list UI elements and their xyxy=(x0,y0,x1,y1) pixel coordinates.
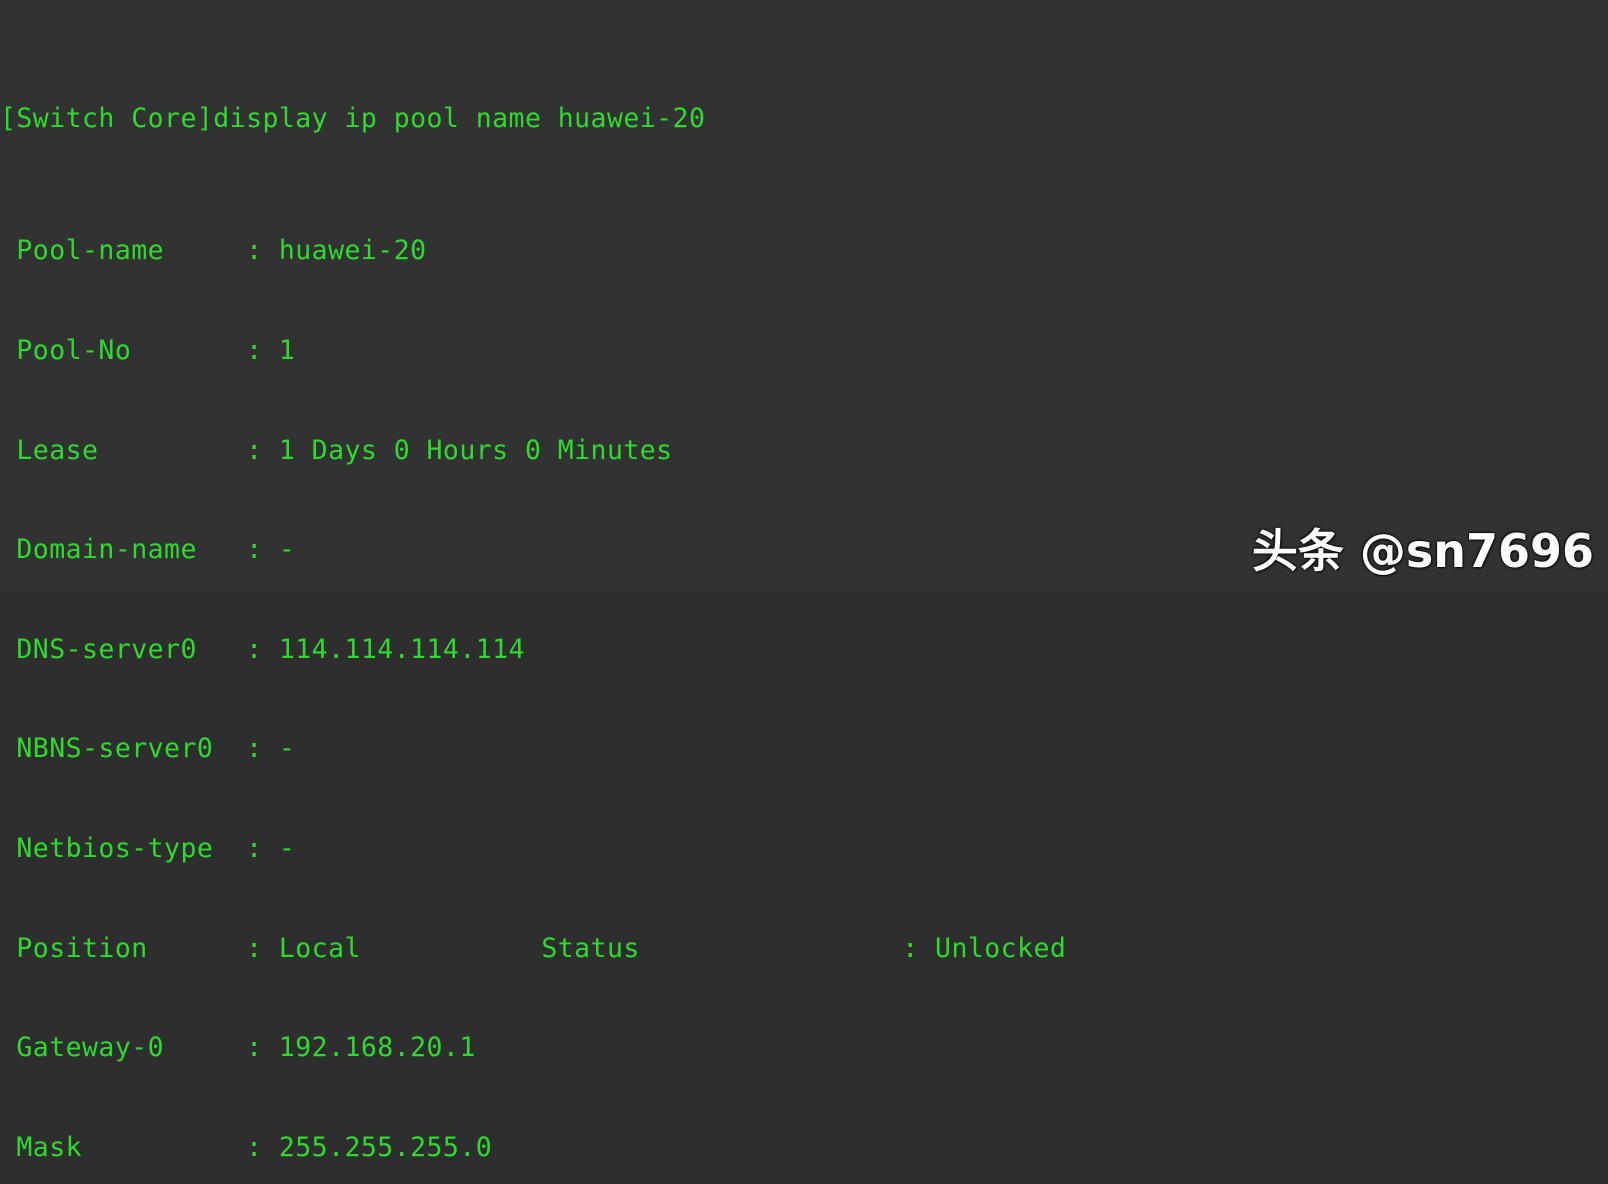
terminal-output: [Switch Core]display ip pool name huawei… xyxy=(0,0,1608,1163)
field-position-status: Position : Local Status : Unlocked xyxy=(0,932,1067,964)
field-pool-no: Pool-No : 1 xyxy=(0,335,296,366)
field-dns-server0: DNS-server0 : 114.114.114.114 xyxy=(0,633,525,665)
field-pool-name: Pool-name : huawei-20 xyxy=(0,235,427,267)
terminal-prompt-line: [Switch Core]display ip pool name huawei… xyxy=(0,102,706,134)
field-mask: Mask : 255.255.255.0 xyxy=(0,1131,493,1163)
field-lease: Lease : 1 Days 0 Hours 0 Minutes xyxy=(0,434,673,466)
field-nbns-server0: NBNS-server0 : - xyxy=(0,733,296,765)
field-netbios-type: Netbios-type : - xyxy=(0,832,296,864)
field-gateway-0: Gateway-0 : 192.168.20.1 xyxy=(0,1032,476,1064)
field-domain-name: Domain-name : - xyxy=(0,534,296,566)
